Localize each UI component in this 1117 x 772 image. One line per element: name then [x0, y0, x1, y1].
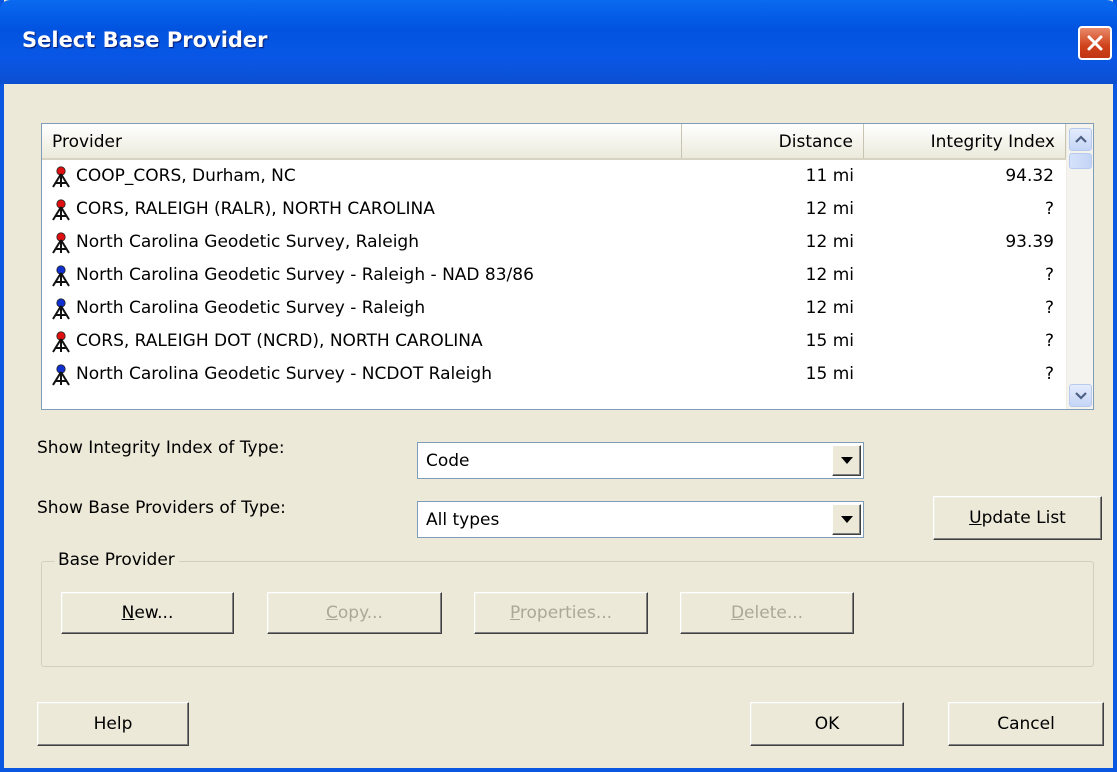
- scroll-down-button[interactable]: [1069, 384, 1092, 407]
- update-list-button[interactable]: Update List: [933, 496, 1102, 540]
- table-row[interactable]: CORS, RALEIGH (RALR), NORTH CAROLINA 12 m…: [42, 193, 1066, 226]
- survey-tripod-icon: [52, 264, 70, 287]
- distance-cell: 12 mi: [805, 265, 854, 285]
- integrity-index-cell: 93.39: [1005, 232, 1054, 252]
- list-header: Provider Distance Integrity Index: [42, 124, 1066, 160]
- survey-tripod-icon: [52, 198, 70, 221]
- dropdown-arrow-icon: [841, 457, 853, 464]
- table-row[interactable]: North Carolina Geodetic Survey - Raleigh…: [42, 292, 1066, 325]
- provider-name: North Carolina Geodetic Survey, Raleigh: [76, 232, 419, 252]
- column-header-provider[interactable]: Provider: [42, 124, 682, 158]
- provider-name-cell: North Carolina Geodetic Survey - Raleigh: [50, 292, 670, 325]
- provider-name-cell: CORS, RALEIGH (RALR), NORTH CAROLINA: [50, 193, 670, 226]
- new-button[interactable]: New...: [61, 592, 234, 634]
- provider-name: North Carolina Geodetic Survey - Raleigh: [76, 298, 426, 318]
- provider-name-cell: CORS, RALEIGH DOT (NCRD), NORTH CAROLINA: [50, 325, 670, 358]
- provider-name: North Carolina Geodetic Survey - NCDOT R…: [76, 364, 492, 384]
- integrity-type-select[interactable]: Code: [417, 442, 864, 479]
- dropdown-arrow-icon: [841, 516, 853, 523]
- integrity-type-label: Show Integrity Index of Type:: [37, 438, 285, 458]
- survey-tripod-icon: [52, 165, 70, 188]
- survey-tripod-icon: [52, 231, 70, 254]
- ok-button[interactable]: OK: [750, 702, 904, 746]
- copy-button[interactable]: Copy...: [267, 592, 442, 634]
- table-row[interactable]: CORS, RALEIGH DOT (NCRD), NORTH CAROLINA…: [42, 325, 1066, 358]
- integrity-type-value: Code: [426, 451, 470, 471]
- close-icon: [1087, 35, 1103, 51]
- integrity-index-cell: ?: [1044, 199, 1054, 219]
- properties-button-label: Properties...: [509, 603, 613, 623]
- distance-cell: 12 mi: [805, 298, 854, 318]
- provider-name: CORS, RALEIGH (RALR), NORTH CAROLINA: [76, 199, 435, 219]
- distance-cell: 15 mi: [805, 364, 854, 384]
- distance-cell: 15 mi: [805, 331, 854, 351]
- provider-type-value: All types: [426, 510, 500, 530]
- table-row[interactable]: North Carolina Geodetic Survey - Raleigh…: [42, 259, 1066, 292]
- provider-name: CORS, RALEIGH DOT (NCRD), NORTH CAROLINA: [76, 331, 483, 351]
- delete-button-label: Delete...: [730, 603, 804, 623]
- close-button[interactable]: [1078, 26, 1112, 60]
- column-header-integrity-index[interactable]: Integrity Index: [864, 124, 1066, 158]
- table-row[interactable]: North Carolina Geodetic Survey, Raleigh 1…: [42, 226, 1066, 259]
- distance-cell: 12 mi: [805, 232, 854, 252]
- integrity-index-cell: ?: [1044, 265, 1054, 285]
- table-row[interactable]: North Carolina Geodetic Survey - NCDOT R…: [42, 358, 1066, 391]
- update-list-label: Update List: [969, 508, 1066, 528]
- help-button[interactable]: Help: [37, 702, 189, 746]
- provider-name-cell: North Carolina Geodetic Survey - NCDOT R…: [50, 358, 670, 391]
- window-title: Select Base Provider: [22, 28, 268, 52]
- integrity-index-cell: ?: [1044, 331, 1054, 351]
- provider-list[interactable]: Provider Distance Integrity Index COOP_C…: [41, 123, 1094, 410]
- provider-type-select[interactable]: All types: [417, 501, 864, 538]
- table-row[interactable]: COOP_CORS, Durham, NC 11 mi 94.32: [42, 160, 1066, 193]
- distance-cell: 11 mi: [805, 166, 854, 186]
- survey-tripod-icon: [52, 363, 70, 386]
- title-bar[interactable]: Select Base Provider: [0, 0, 1117, 84]
- provider-name-cell: North Carolina Geodetic Survey, Raleigh: [50, 226, 670, 259]
- integrity-index-cell: ?: [1044, 298, 1054, 318]
- copy-button-label: Copy...: [326, 603, 383, 623]
- scroll-thumb[interactable]: [1069, 153, 1092, 169]
- scroll-up-button[interactable]: [1069, 128, 1092, 151]
- distance-cell: 12 mi: [805, 199, 854, 219]
- properties-button[interactable]: Properties...: [474, 592, 648, 634]
- base-provider-group-title: Base Provider: [54, 550, 179, 570]
- integrity-type-dropdown-button[interactable]: [832, 445, 861, 476]
- provider-type-label: Show Base Providers of Type:: [37, 498, 286, 518]
- provider-name-cell: North Carolina Geodetic Survey - Raleigh…: [50, 259, 670, 292]
- cancel-button[interactable]: Cancel: [948, 702, 1104, 746]
- delete-button[interactable]: Delete...: [680, 592, 854, 634]
- new-button-label: New...: [121, 603, 174, 623]
- provider-type-dropdown-button[interactable]: [832, 504, 861, 535]
- survey-tripod-icon: [52, 330, 70, 353]
- chevron-down-icon: [1075, 392, 1087, 400]
- survey-tripod-icon: [52, 297, 70, 320]
- provider-name: COOP_CORS, Durham, NC: [76, 166, 296, 186]
- provider-name-cell: COOP_CORS, Durham, NC: [50, 160, 670, 193]
- integrity-index-cell: 94.32: [1005, 166, 1054, 186]
- column-header-distance[interactable]: Distance: [682, 124, 864, 158]
- vertical-scrollbar[interactable]: [1066, 124, 1093, 409]
- chevron-up-icon: [1075, 135, 1087, 143]
- provider-name: North Carolina Geodetic Survey - Raleigh…: [76, 265, 534, 285]
- dialog-window: Select Base Provider Provider Distance I…: [0, 0, 1117, 772]
- integrity-index-cell: ?: [1044, 364, 1054, 384]
